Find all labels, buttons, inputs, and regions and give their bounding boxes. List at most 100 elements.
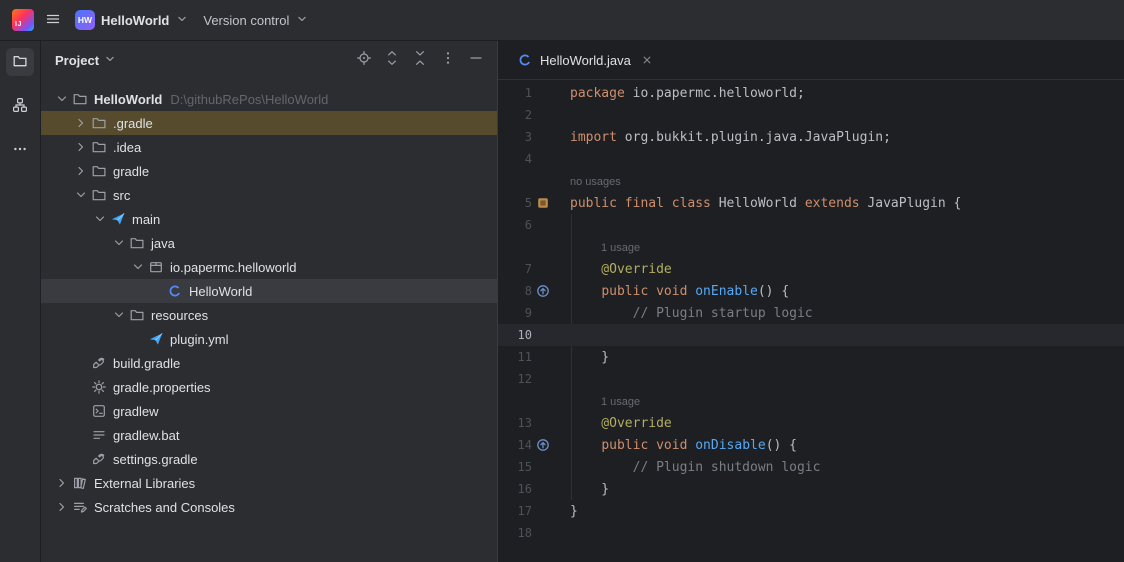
tree-item-main[interactable]: main [41, 207, 497, 231]
code-line[interactable]: 2 [498, 104, 1124, 126]
chevron-down-icon[interactable] [72, 187, 90, 203]
hamburger-menu-icon [45, 11, 61, 30]
usage-hint[interactable]: 1 usage [570, 242, 640, 254]
tree-item-gradle[interactable]: .gradle [41, 111, 497, 135]
tree-item-plugin-yml[interactable]: plugin.yml [41, 327, 497, 351]
structure-tool-button[interactable] [6, 92, 34, 120]
collapse-all-button[interactable] [409, 49, 431, 71]
tree-label: HelloWorld [189, 284, 252, 299]
tree-item-idea[interactable]: .idea [41, 135, 497, 159]
chevron-right-icon[interactable] [72, 115, 90, 131]
chevron-down-icon[interactable] [129, 259, 147, 275]
tree-label: gradle.properties [113, 380, 211, 395]
project-panel-title-button[interactable]: Project [55, 52, 117, 69]
tree-item-java[interactable]: java [41, 231, 497, 255]
line-number[interactable]: 5 [498, 196, 532, 210]
code-line[interactable]: 14 public void onDisable() { [498, 434, 1124, 456]
line-number[interactable]: 2 [498, 108, 532, 122]
version-control-widget[interactable]: Version control [196, 5, 316, 35]
select-opened-file-button[interactable] [353, 49, 375, 71]
tree-item-gradlew-bat[interactable]: gradlew.bat [41, 423, 497, 447]
tree-item-src[interactable]: src [41, 183, 497, 207]
main-menu-button[interactable] [38, 5, 68, 35]
tree-item-scratches-and-consoles[interactable]: Scratches and Consoles [41, 495, 497, 519]
code-line[interactable]: 3import org.bukkit.plugin.java.JavaPlugi… [498, 126, 1124, 148]
close-tab-icon[interactable] [640, 53, 654, 67]
line-number[interactable]: 7 [498, 262, 532, 276]
code-line[interactable]: 4 [498, 148, 1124, 170]
tree-item-external-libraries[interactable]: External Libraries [41, 471, 497, 495]
plugin-marker-icon[interactable] [532, 195, 566, 211]
line-number[interactable]: 9 [498, 306, 532, 320]
expand-all-button[interactable] [381, 49, 403, 71]
line-number[interactable]: 15 [498, 460, 532, 474]
tree-item-gradle-properties[interactable]: gradle.properties [41, 375, 497, 399]
tree-item-gradlew[interactable]: gradlew [41, 399, 497, 423]
line-number[interactable]: 17 [498, 504, 532, 518]
code-area[interactable]: 1package io.papermc.helloworld; 2 3import … [498, 80, 1124, 562]
inlay-hint-row[interactable]: no usages [498, 170, 1124, 192]
line-number[interactable]: 13 [498, 416, 532, 430]
line-number[interactable]: 6 [498, 218, 532, 232]
code-line[interactable]: 10 [498, 324, 1124, 346]
more-tool-windows-tool-button[interactable] [6, 136, 34, 164]
line-number[interactable]: 10 [498, 328, 532, 342]
code-line[interactable]: 18 [498, 522, 1124, 544]
code-line[interactable]: 8 public void onEnable() { [498, 280, 1124, 302]
inlay-hint-row[interactable]: 1 usage [498, 390, 1124, 412]
code-line[interactable]: 17} [498, 500, 1124, 522]
chevron-right-icon[interactable] [72, 163, 90, 179]
intellij-logo[interactable]: IJ [12, 9, 34, 31]
chevron-down-icon[interactable] [53, 91, 71, 107]
project-tool-button[interactable] [6, 48, 34, 76]
override-icon[interactable] [532, 437, 566, 453]
hide-tool-window-button[interactable] [465, 49, 487, 71]
code-line[interactable]: 7 @Override [498, 258, 1124, 280]
project-widget[interactable]: HW HelloWorld [68, 5, 196, 35]
code-line[interactable]: 13 @Override [498, 412, 1124, 434]
chevron-down-icon[interactable] [110, 235, 128, 251]
chevron-right-icon[interactable] [72, 139, 90, 155]
code-line[interactable]: 1package io.papermc.helloworld; [498, 82, 1124, 104]
chevron-spacer [72, 403, 90, 419]
tree-item-io-papermc-helloworld[interactable]: io.papermc.helloworld [41, 255, 497, 279]
tree-label: .idea [113, 140, 141, 155]
tree-item-build-gradle[interactable]: build.gradle [41, 351, 497, 375]
chevron-down-icon[interactable] [91, 211, 109, 227]
line-number[interactable]: 18 [498, 526, 532, 540]
code-line[interactable]: 5public final class HelloWorld extends J… [498, 192, 1124, 214]
tree-item-resources[interactable]: resources [41, 303, 497, 327]
tree-item-helloworld[interactable]: HelloWorldD:\githubRePos\HelloWorld [41, 87, 497, 111]
code-line[interactable]: 12 [498, 368, 1124, 390]
usage-hint[interactable]: no usages [570, 176, 621, 188]
line-number[interactable]: 14 [498, 438, 532, 452]
code-line[interactable]: 6 [498, 214, 1124, 236]
override-icon[interactable] [532, 283, 566, 299]
line-number[interactable]: 11 [498, 350, 532, 364]
tree-item-gradle[interactable]: gradle [41, 159, 497, 183]
tree-label: plugin.yml [170, 332, 229, 347]
tree-item-helloworld[interactable]: HelloWorld [41, 279, 497, 303]
chevron-down-icon[interactable] [110, 307, 128, 323]
code-line[interactable]: 11 } [498, 346, 1124, 368]
inlay-hint-row[interactable]: 1 usage [498, 236, 1124, 258]
tab-helloworld-java[interactable]: HelloWorld.java [506, 41, 664, 79]
line-number[interactable]: 3 [498, 130, 532, 144]
code-line[interactable]: 9 // Plugin startup logic [498, 302, 1124, 324]
chevron-right-icon[interactable] [53, 499, 71, 515]
tree-label: resources [151, 308, 208, 323]
line-number[interactable]: 4 [498, 152, 532, 166]
line-number[interactable]: 8 [498, 284, 532, 298]
code-line[interactable]: 16 } [498, 478, 1124, 500]
line-number[interactable]: 12 [498, 372, 532, 386]
usage-hint[interactable]: 1 usage [570, 396, 640, 408]
line-number[interactable]: 16 [498, 482, 532, 496]
project-name: HelloWorld [101, 13, 169, 28]
line-number[interactable]: 1 [498, 86, 532, 100]
chevron-spacer [72, 427, 90, 443]
more-options-button[interactable] [437, 49, 459, 71]
chevron-right-icon[interactable] [53, 475, 71, 491]
project-panel-header: Project [41, 41, 497, 79]
tree-item-settings-gradle[interactable]: settings.gradle [41, 447, 497, 471]
code-line[interactable]: 15 // Plugin shutdown logic [498, 456, 1124, 478]
